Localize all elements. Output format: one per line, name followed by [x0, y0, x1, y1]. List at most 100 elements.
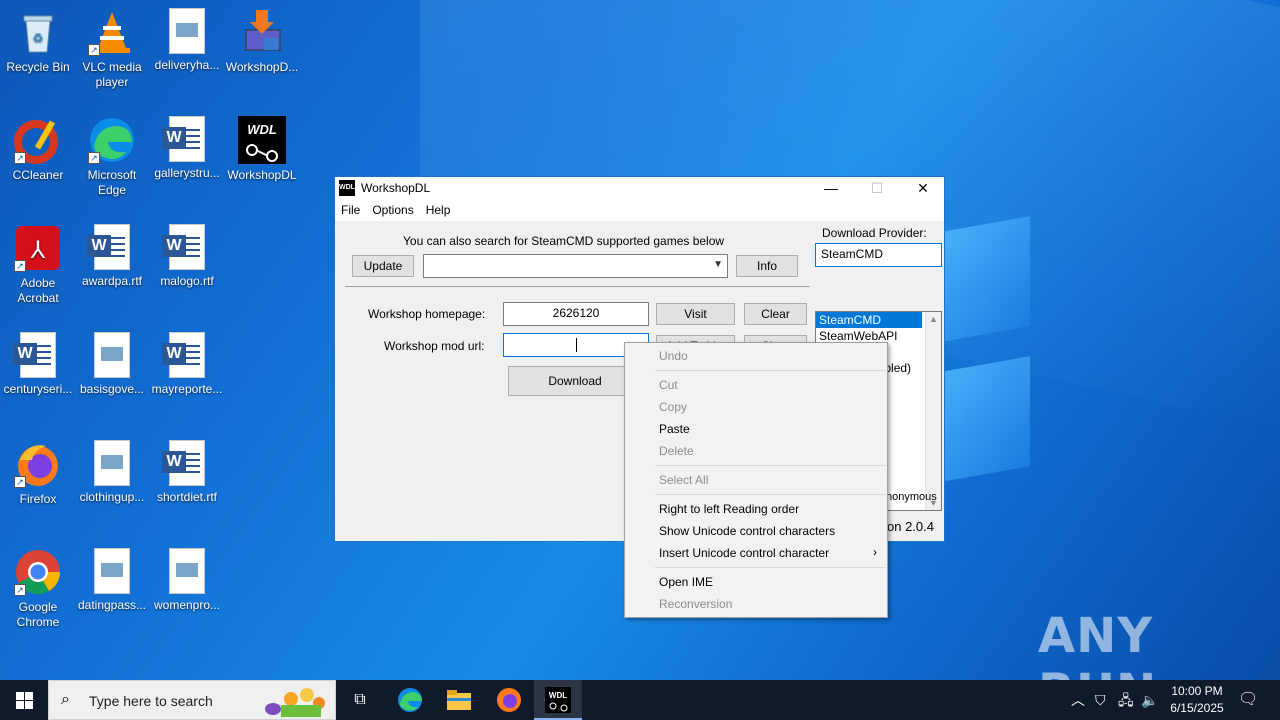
text-cursor: [576, 338, 577, 352]
edge-icon: [398, 688, 422, 712]
desktop-icon-basisgove[interactable]: basisgove...: [74, 332, 150, 397]
workshop-mod-url-label: Workshop mod url:: [384, 339, 485, 353]
menu-options[interactable]: Options: [366, 203, 419, 217]
adobe-acrobat-icon: ⅄ ↗: [14, 224, 62, 272]
desktop-icon-workshopd-installer[interactable]: WorkshopD...: [224, 8, 300, 75]
desktop-icon-label: VLC media player: [82, 60, 142, 89]
desktop-icon-clothingup[interactable]: clothingup...: [74, 440, 150, 505]
clear-homepage-button[interactable]: Clear: [744, 303, 807, 325]
workshopdl-icon: WDL: [545, 687, 571, 713]
task-view-icon: ⧉: [354, 691, 366, 708]
menu-item-delete[interactable]: Delete: [659, 444, 694, 458]
start-button[interactable]: [0, 680, 48, 720]
version-text: on 2.0.4: [887, 519, 934, 534]
scroll-up-icon[interactable]: ▲: [929, 314, 938, 324]
menu-item-insert-unicode[interactable]: Insert Unicode control character: [659, 546, 829, 560]
menu-item-cut[interactable]: Cut: [659, 378, 678, 392]
menu-item-show-unicode[interactable]: Show Unicode control characters: [659, 524, 835, 538]
desktop-icon-label: clothingup...: [79, 490, 145, 504]
taskbar-workshopdl[interactable]: WDL: [534, 680, 582, 720]
minimize-button[interactable]: —: [808, 177, 854, 199]
desktop-icon-label: centuryseri...: [3, 382, 73, 396]
listbox-scrollbar[interactable]: ▲ ▼: [925, 312, 941, 510]
network-icon[interactable]: 🖧: [1118, 680, 1134, 720]
desktop-icon-label: CCleaner: [12, 168, 64, 182]
maximize-button[interactable]: ☐: [854, 177, 900, 199]
desktop-icon-label: deliveryha...: [154, 58, 220, 72]
visit-button[interactable]: Visit: [656, 303, 735, 325]
menu-item-undo[interactable]: Undo: [659, 349, 688, 363]
workshop-homepage-label: Workshop homepage:: [368, 307, 486, 321]
desktop-icon-label: Firefox: [19, 492, 57, 506]
clock-date: 6/15/2025: [1170, 701, 1224, 715]
word-document-icon: W: [162, 440, 205, 486]
desktop-icon-ccleaner[interactable]: ↗ CCleaner: [0, 116, 76, 183]
info-button[interactable]: Info: [736, 255, 798, 277]
word-document-icon: W: [87, 224, 130, 270]
workshop-homepage-input[interactable]: 2626120: [503, 302, 649, 326]
flowers-search-highlight-icon: [265, 688, 325, 717]
close-button[interactable]: ✕: [900, 177, 946, 199]
desktop-icon-google-chrome[interactable]: ↗ Google Chrome: [0, 548, 76, 630]
desktop-icon-gallerystru[interactable]: W gallerystru...: [149, 116, 225, 181]
menu-item-paste[interactable]: Paste: [659, 422, 690, 436]
desktop-icon-label: Adobe Acrobat: [17, 276, 59, 305]
search-hint-text: You can also search for SteamCMD support…: [403, 234, 725, 248]
firefox-icon: ↗: [14, 440, 62, 488]
desktop-icon-label: datingpass...: [77, 598, 147, 612]
download-provider-label: Download Provider:: [822, 226, 927, 240]
windows-start-icon: [16, 692, 24, 700]
desktop-icon-label: Recycle Bin: [6, 60, 70, 74]
desktop-icon-label: gallerystru...: [154, 166, 220, 180]
taskbar-clock[interactable]: 10:00 PM 6/15/2025: [1160, 683, 1234, 717]
tray-app-icon[interactable]: ⛉: [1095, 680, 1106, 720]
menu-help[interactable]: Help: [420, 203, 457, 217]
volume-icon[interactable]: 🔈: [1141, 680, 1158, 720]
update-button[interactable]: Update: [352, 255, 414, 277]
menu-separator: [655, 370, 885, 371]
taskbar-edge[interactable]: [386, 680, 434, 720]
menu-item-copy[interactable]: Copy: [659, 400, 687, 414]
image-document-icon: [169, 8, 205, 54]
desktop-icon-firefox[interactable]: ↗ Firefox: [0, 440, 76, 507]
desktop-icon-deliveryha[interactable]: deliveryha...: [149, 8, 225, 73]
tray-overflow-chevron-icon[interactable]: ︿: [1071, 680, 1085, 720]
desktop-icon-shortdiet[interactable]: W shortdiet.rtf: [149, 440, 225, 505]
desktop-icon-recycle-bin[interactable]: ♻ Recycle Bin: [0, 8, 76, 75]
desktop-icon-workshopdl[interactable]: WDL WorkshopDL: [224, 116, 300, 183]
folder-icon: [447, 690, 471, 710]
chevron-right-icon: ›: [873, 545, 877, 559]
desktop-icon-adobe-acrobat[interactable]: ⅄ ↗ Adobe Acrobat: [0, 224, 76, 306]
window-titlebar[interactable]: WDL WorkshopDL — ☐ ✕: [335, 177, 944, 199]
window-title: WorkshopDL: [361, 181, 431, 195]
menu-item-select-all[interactable]: Select All: [659, 473, 708, 487]
desktop-icon-womenpro[interactable]: womenpro...: [149, 548, 225, 613]
task-view-button[interactable]: ⧉: [336, 680, 384, 720]
menu-item-reconversion[interactable]: Reconversion: [659, 597, 732, 611]
desktop-icon-centuryseri[interactable]: W centuryseri...: [0, 332, 76, 397]
notification-center-icon[interactable]: 🗨: [1238, 680, 1258, 720]
menu-bar: File Options Help: [335, 199, 944, 221]
firefox-icon: [497, 688, 521, 712]
desktop-icon-vlc[interactable]: ↗ VLC media player: [74, 8, 150, 90]
taskbar-firefox[interactable]: [485, 680, 533, 720]
download-provider-field[interactable]: SteamCMD: [815, 243, 942, 267]
download-button[interactable]: Download: [508, 366, 642, 396]
taskbar-file-explorer[interactable]: [435, 680, 483, 720]
desktop-icon-mayreporte[interactable]: W mayreporte...: [149, 332, 225, 397]
menu-separator: [655, 465, 885, 466]
desktop-icon-datingpass[interactable]: datingpass...: [74, 548, 150, 613]
menu-item-rtl-reading-order[interactable]: Right to left Reading order: [659, 502, 799, 516]
taskbar-search-box[interactable]: ⌕ Type here to search: [48, 680, 336, 720]
desktop-icon-malogo[interactable]: W malogo.rtf: [149, 224, 225, 289]
provider-item-steamcmd[interactable]: SteamCMD: [816, 312, 922, 328]
chrome-icon: ↗: [14, 548, 62, 596]
desktop-icon-awardpa[interactable]: W awardpa.rtf: [74, 224, 150, 289]
workshopdl-app-icon: WDL: [339, 180, 355, 196]
menu-separator: [655, 494, 885, 495]
menu-item-open-ime[interactable]: Open IME: [659, 575, 713, 589]
desktop-icon-microsoft-edge[interactable]: ↗ Microsoft Edge: [74, 116, 150, 198]
game-select-combo[interactable]: ▼: [423, 254, 728, 278]
menu-file[interactable]: File: [335, 203, 366, 217]
installer-icon: [238, 8, 286, 56]
